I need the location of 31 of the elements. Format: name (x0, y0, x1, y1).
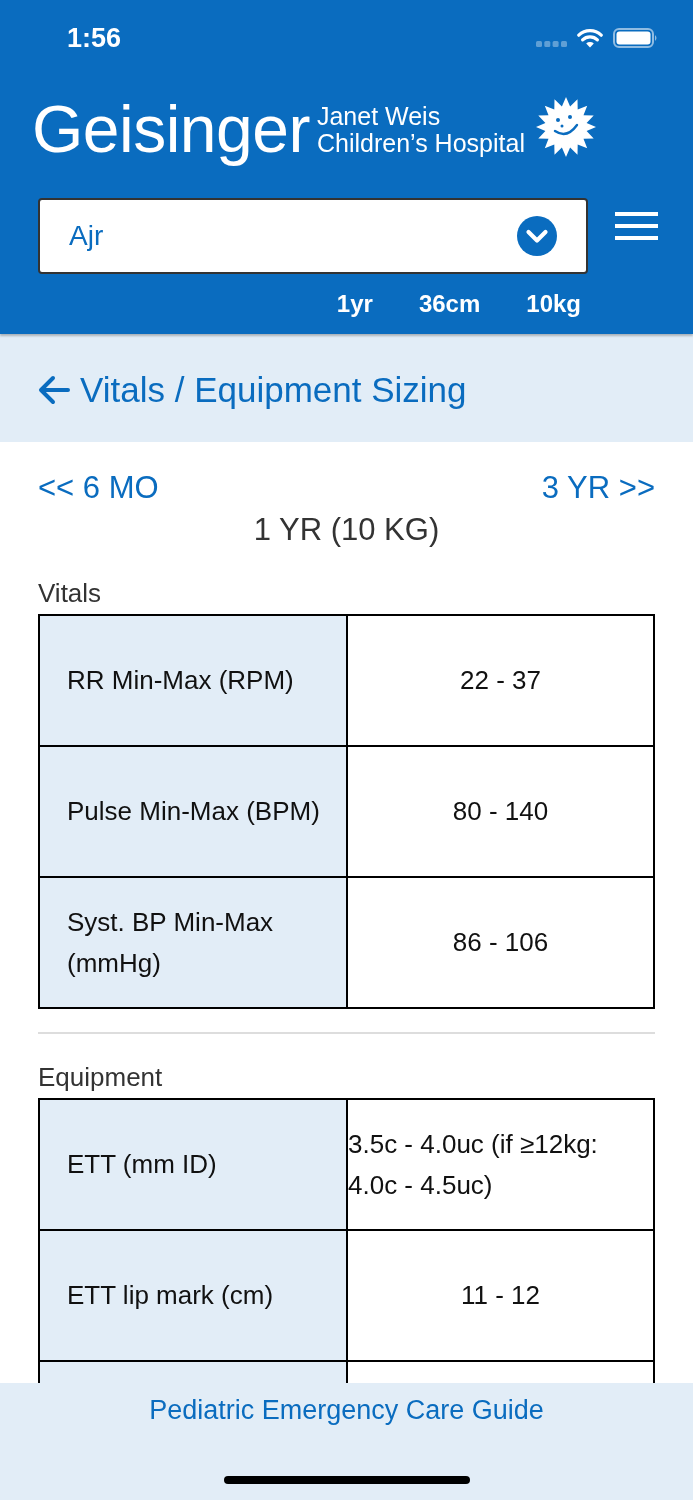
back-arrow-icon[interactable] (38, 375, 70, 405)
table-cell: 11 - 12 (348, 1231, 655, 1362)
current-age-weight: 1 YR (10 KG) (252, 512, 441, 548)
logo-subtitle: Children’s Hospital (316, 129, 525, 157)
table-cell: Pulse Min-Max (BPM) (40, 747, 348, 878)
logo-wordmark: Geisinger (32, 90, 310, 167)
table-cell: RR Min-Max (RPM) (40, 616, 348, 747)
footer-title: Pediatric Emergency Care Guide (149, 1394, 544, 1426)
table-cell: Syst. BP Min-Max (mmHg) (40, 878, 348, 1009)
table-cell: ETT (mm ID) (40, 1100, 348, 1231)
logo-subtitle: Janet Weis (316, 102, 442, 130)
section-heading: Equipment (38, 1062, 164, 1092)
table-cell: 86 - 106 (348, 878, 655, 1009)
battery-icon (613, 27, 658, 48)
next-age-link[interactable]: 3 YR >> (541, 470, 655, 506)
status-time: 1:56 (67, 21, 122, 54)
patient-stat: 36cm (418, 290, 481, 318)
table-cell: 22 - 37 (348, 616, 655, 747)
chevron-down-icon (517, 216, 557, 256)
patient-stat: 10kg (526, 290, 581, 318)
patient-dropdown[interactable]: Ajr (38, 198, 588, 274)
wifi-icon (577, 27, 603, 48)
patient-stat: 1yr (336, 290, 373, 318)
table-cell: 3.5c - 4.0uc (if ≥12kg: 4.0c - 4.5uc) (348, 1100, 655, 1231)
table-cell: 80 - 140 (348, 747, 655, 878)
section-heading: Vitals (38, 578, 103, 608)
page-title: Vitals / Equipment Sizing (80, 369, 467, 411)
cellular-signal-icon (536, 40, 567, 47)
table-cell: ETT lip mark (cm) (40, 1231, 348, 1362)
menu-icon[interactable] (615, 212, 658, 240)
previous-age-link[interactable]: << 6 MO (38, 470, 159, 506)
